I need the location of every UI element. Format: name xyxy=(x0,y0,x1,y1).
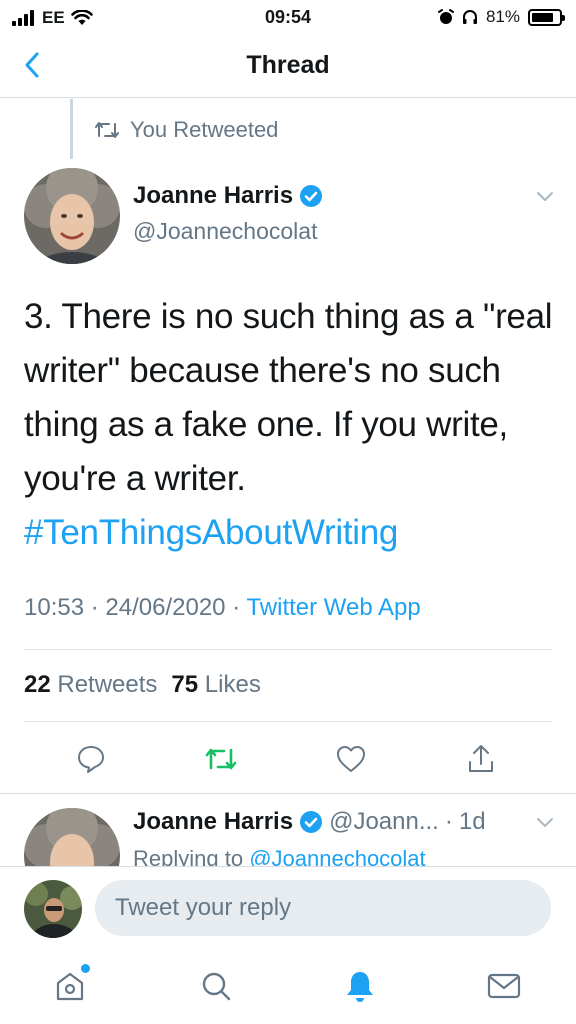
reply-author-name[interactable]: Joanne Harris xyxy=(133,808,293,836)
likes-label: Likes xyxy=(204,671,261,698)
messages-icon xyxy=(487,973,521,999)
reply-author-handle[interactable]: @Joann... xyxy=(329,808,439,836)
tab-search[interactable] xyxy=(196,966,236,1006)
tweet-source-link[interactable]: Twitter Web App xyxy=(246,594,420,621)
reply-menu-button[interactable] xyxy=(536,816,554,834)
replying-to-mention[interactable]: @Joannechocolat xyxy=(249,846,425,866)
retweet-context: You Retweeted xyxy=(94,117,278,143)
battery-percent: 81% xyxy=(485,7,520,26)
heart-icon xyxy=(337,746,365,772)
author-handle[interactable]: @Joannechocolat xyxy=(133,218,323,245)
reply-author-row[interactable]: Joanne Harris @Joann... · 1d xyxy=(133,808,486,836)
avatar-image xyxy=(24,880,82,938)
hashtag-link[interactable]: #TenThingsAboutWriting xyxy=(24,506,554,560)
reply-age: 1d xyxy=(458,808,486,835)
chevron-down-icon xyxy=(537,192,553,201)
nav-bar: Thread xyxy=(0,36,576,98)
battery-icon xyxy=(528,8,565,26)
share-button[interactable] xyxy=(463,741,499,777)
status-bar: EE 09:54 81% xyxy=(0,0,576,36)
home-notification-dot xyxy=(81,964,90,973)
retweet-context-label: You Retweeted xyxy=(130,117,279,142)
tweet-date: 24/06/2020 xyxy=(105,594,226,621)
author-name[interactable]: Joanne Harris xyxy=(133,182,293,210)
replying-to: Replying to @Joannechocolat xyxy=(133,846,426,866)
status-right: 81% xyxy=(437,7,565,27)
author-info[interactable]: Joanne Harris @Joannechocolat xyxy=(133,182,323,245)
reply-icon xyxy=(78,746,104,773)
tweet-stats: 22 Retweets 75 Likes xyxy=(24,671,261,699)
tab-bar xyxy=(0,952,576,1024)
reply-input-placeholder: Tweet your reply xyxy=(115,894,292,921)
my-avatar[interactable] xyxy=(24,880,82,938)
tab-home[interactable] xyxy=(50,964,90,1006)
avatar-image xyxy=(24,168,120,264)
replying-to-label: Replying to xyxy=(133,846,244,866)
tab-messages[interactable] xyxy=(484,966,524,1006)
divider xyxy=(0,793,576,794)
headphones-icon xyxy=(462,10,477,24)
retweets-stat[interactable]: 22 Retweets xyxy=(24,671,157,699)
page-title: Thread xyxy=(246,51,330,79)
tweet-meta: 10:53 · 24/06/2020 · Twitter Web App xyxy=(24,594,421,621)
tweet-text: 3. There is no such thing as a "real wri… xyxy=(24,290,554,560)
likes-stat[interactable]: 75 Likes xyxy=(171,671,260,699)
retweets-label: Retweets xyxy=(57,671,158,698)
verified-badge-icon xyxy=(300,811,323,833)
verified-badge-icon xyxy=(300,185,323,207)
author-avatar[interactable] xyxy=(24,168,120,264)
tweet-menu-button[interactable] xyxy=(536,190,554,208)
retweet-icon xyxy=(205,748,237,770)
retweet-button[interactable] xyxy=(203,741,239,777)
home-icon xyxy=(56,972,84,1001)
reply-button[interactable] xyxy=(73,741,109,777)
share-icon xyxy=(469,745,493,772)
retweet-icon xyxy=(95,122,119,138)
reply-composer: Tweet your reply xyxy=(0,866,576,952)
tweet-actions xyxy=(0,741,576,781)
battery-fill xyxy=(532,12,554,22)
notifications-icon xyxy=(347,972,373,1002)
like-button[interactable] xyxy=(333,741,369,777)
divider xyxy=(24,649,552,650)
likes-count: 75 xyxy=(171,671,199,698)
thread-line xyxy=(70,99,73,159)
chevron-down-icon xyxy=(537,818,553,827)
divider xyxy=(24,721,552,722)
reply-input[interactable]: Tweet your reply xyxy=(95,880,551,936)
search-icon xyxy=(202,972,231,1001)
tweet-body: 3. There is no such thing as a "real wri… xyxy=(24,297,553,498)
tab-notifications[interactable] xyxy=(340,966,380,1006)
tweet-time: 10:53 xyxy=(24,594,85,621)
retweets-count: 22 xyxy=(24,671,51,698)
alarm-icon xyxy=(437,9,454,24)
